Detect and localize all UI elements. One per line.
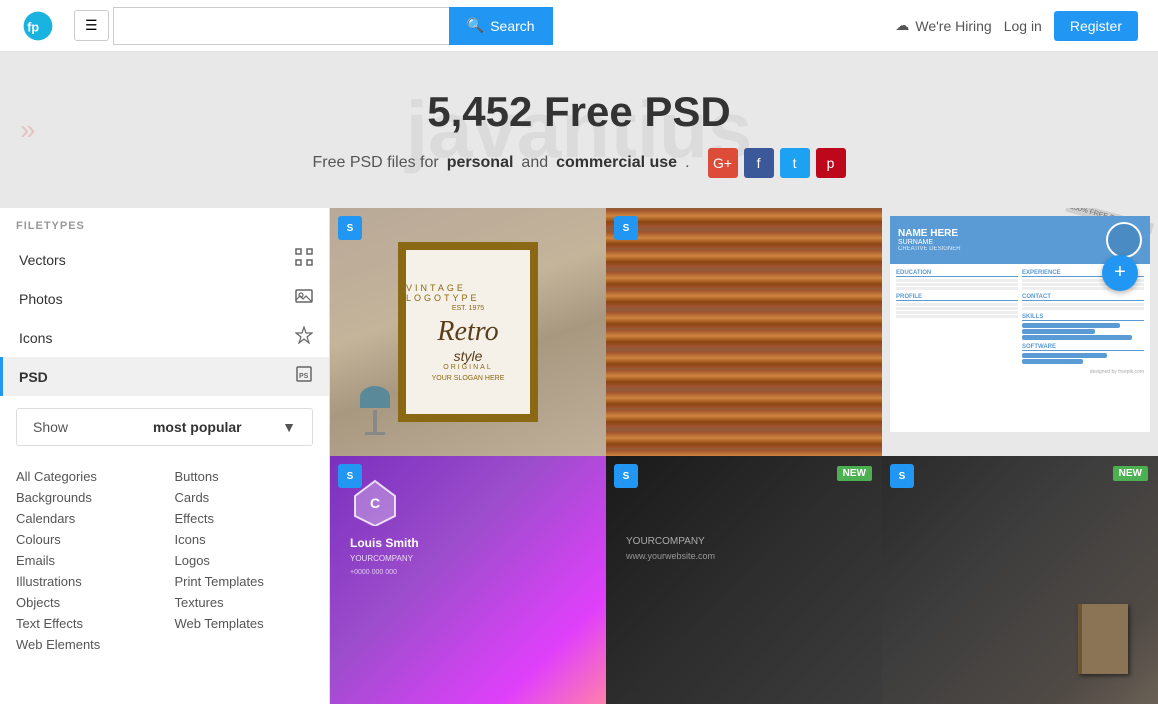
cat-web-elements[interactable]: Web Elements — [16, 634, 155, 655]
cat-textures[interactable]: Textures — [175, 592, 314, 613]
sidebar-item-photos-label: Photos — [19, 291, 63, 307]
freepik-badge-4: S — [338, 464, 362, 488]
search-input[interactable] — [113, 7, 449, 45]
cat-text-effects[interactable]: Text Effects — [16, 613, 155, 634]
biz-card-purple-content: C Louis Smith YOURCOMPANY +0000 000 000 — [330, 456, 606, 596]
freepik-badge-6: S — [890, 464, 914, 488]
hero-desc-mid: and — [521, 154, 548, 172]
cat-cards[interactable]: Cards — [175, 487, 314, 508]
sidebar-item-vectors[interactable]: Vectors — [0, 240, 329, 279]
sidebar-item-psd[interactable]: PSD PS — [0, 357, 329, 396]
vectors-icon — [295, 248, 313, 271]
main-layout: FILETYPES Vectors Photos Icons PSD PS — [0, 208, 1158, 704]
retro-text: Retro — [437, 316, 498, 348]
cat-logos[interactable]: Logos — [175, 550, 314, 571]
header: fp ☰ 🔍 Search ☁ We're Hiring Log in Regi… — [0, 0, 1158, 52]
content-grid: S VINTAGE LOGOTYPE EST. 1975 Retro style… — [330, 208, 1158, 704]
social-buttons: G+ f t p — [708, 148, 846, 178]
new-badge-dark: NEW — [837, 466, 872, 481]
cat-objects[interactable]: Objects — [16, 592, 155, 613]
freepik-badge-2: S — [614, 216, 638, 240]
categories-col1: All Categories Backgrounds Calendars Col… — [16, 466, 155, 655]
cat-emails[interactable]: Emails — [16, 550, 155, 571]
content-card-retro[interactable]: S VINTAGE LOGOTYPE EST. 1975 Retro style… — [330, 208, 606, 456]
svg-text:fp: fp — [27, 20, 39, 34]
content-card-resume[interactable]: S 100% FREE PSD FILE → NAME HERE SURNAME… — [882, 208, 1158, 456]
filetypes-label: FILETYPES — [0, 208, 329, 240]
sidebar-item-icons[interactable]: Icons — [0, 318, 329, 357]
cat-calendars[interactable]: Calendars — [16, 508, 155, 529]
sidebar-item-psd-label: PSD — [19, 369, 48, 385]
cat-illustrations[interactable]: Illustrations — [16, 571, 155, 592]
login-link[interactable]: Log in — [1004, 18, 1042, 34]
hiring-label: We're Hiring — [915, 18, 991, 34]
lamp-decoration — [360, 386, 390, 436]
sidebar-item-icons-label: Icons — [19, 330, 52, 346]
desk-book — [1078, 604, 1138, 684]
show-popular-dropdown[interactable]: Show most popular ▼ — [16, 408, 313, 446]
pinterest-button[interactable]: p — [816, 148, 846, 178]
content-card-biz-purple[interactable]: S C Louis Smith YOURCOMPANY +0000 000 00… — [330, 456, 606, 704]
content-card-biz-dark[interactable]: S NEW YOURCOMPANY www.yourwebsite.com — [606, 456, 882, 704]
sidebar-item-vectors-label: Vectors — [19, 252, 66, 268]
categories-grid: All Categories Backgrounds Calendars Col… — [0, 458, 329, 663]
popular-label: most popular — [153, 419, 242, 435]
svg-text:C: C — [370, 495, 380, 511]
twitter-button[interactable]: t — [780, 148, 810, 178]
resume-card: NAME HERE SURNAME CREATIVE DESIGNER EDUC… — [890, 216, 1150, 432]
sidebar-item-photos[interactable]: Photos — [0, 279, 329, 318]
cat-all-categories[interactable]: All Categories — [16, 466, 155, 487]
search-btn-label: Search — [490, 18, 534, 34]
register-button[interactable]: Register — [1054, 11, 1138, 41]
search-bar: 🔍 Search — [113, 7, 553, 45]
search-icon: 🔍 — [467, 17, 484, 34]
cat-icons[interactable]: Icons — [175, 529, 314, 550]
cat-backgrounds[interactable]: Backgrounds — [16, 487, 155, 508]
hero-desc-end: . — [685, 154, 689, 172]
psd-icon: PS — [295, 365, 313, 388]
facebook-button[interactable]: f — [744, 148, 774, 178]
cat-effects[interactable]: Effects — [175, 508, 314, 529]
chevron-down-icon: ▼ — [282, 419, 296, 435]
logo-link[interactable]: fp — [20, 8, 62, 44]
show-label: Show — [33, 419, 68, 435]
freepik-logo-icon: fp — [20, 8, 56, 44]
photos-icon — [295, 287, 313, 310]
content-card-wood[interactable]: S — [606, 208, 882, 456]
categories-col2: Buttons Cards Effects Icons Logos Print … — [175, 466, 314, 655]
google-plus-button[interactable]: G+ — [708, 148, 738, 178]
sidebar: FILETYPES Vectors Photos Icons PSD PS — [0, 208, 330, 704]
hero-bold1: personal — [447, 154, 514, 172]
cat-colours[interactable]: Colours — [16, 529, 155, 550]
search-button[interactable]: 🔍 Search — [449, 7, 553, 45]
new-badge-desk: NEW — [1113, 466, 1148, 481]
hero-bold2: commercial use — [556, 154, 677, 172]
retro-frame: VINTAGE LOGOTYPE EST. 1975 Retro style O… — [398, 242, 538, 422]
cat-web-templates[interactable]: Web Templates — [175, 613, 314, 634]
freepik-badge-5: S — [614, 464, 638, 488]
icons-filetype-icon — [295, 326, 313, 349]
hero-desc-start: Free PSD files for — [312, 154, 438, 172]
hero-section: javantius » 5,452 Free PSD Free PSD file… — [0, 52, 1158, 208]
fab-button[interactable]: + — [1102, 255, 1138, 291]
hero-title: 5,452 Free PSD — [20, 88, 1138, 136]
freepik-badge-1: S — [338, 216, 362, 240]
svg-text:PS: PS — [299, 373, 309, 380]
content-card-desk[interactable]: S NEW — [882, 456, 1158, 704]
cat-buttons[interactable]: Buttons — [175, 466, 314, 487]
cat-print-templates[interactable]: Print Templates — [175, 571, 314, 592]
hamburger-button[interactable]: ☰ — [74, 10, 109, 41]
hiring-link[interactable]: ☁ We're Hiring — [895, 17, 991, 34]
cloud-icon: ☁ — [895, 17, 909, 34]
hero-description: Free PSD files for personal and commerci… — [20, 148, 1138, 178]
header-right: ☁ We're Hiring Log in Register — [895, 11, 1138, 41]
